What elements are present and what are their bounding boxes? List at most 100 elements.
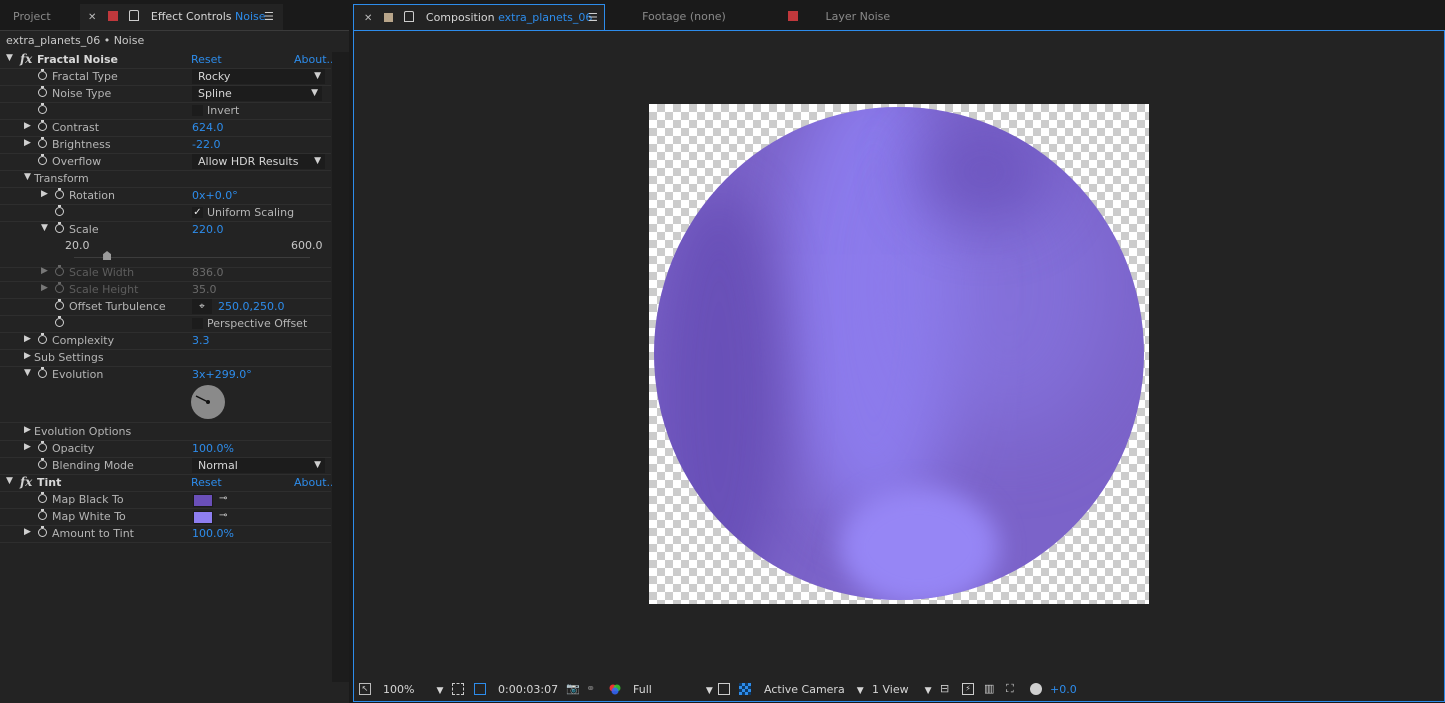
zoom-dropdown[interactable]: 100% ▼ [383, 683, 443, 696]
resolution-dropdown[interactable]: Full ▼ [633, 683, 713, 696]
reset-link[interactable]: Reset [191, 476, 222, 489]
evolution-dial[interactable] [191, 385, 227, 421]
uniform-scaling-checkbox[interactable]: ✓ [192, 207, 203, 218]
reset-link[interactable]: Reset [191, 53, 222, 66]
expand-triangle-icon[interactable]: ▶ [24, 138, 31, 148]
transparency-grid-icon[interactable] [739, 683, 751, 695]
fx-icon[interactable]: fx [20, 475, 32, 489]
camera-dropdown[interactable]: Active Camera ▼ [764, 683, 864, 696]
view-layout-dropdown[interactable]: 1 View ▼ [872, 683, 932, 696]
collapse-triangle-icon[interactable]: ▼ [6, 476, 13, 486]
lock-icon[interactable] [129, 10, 140, 21]
fractal-type-dropdown[interactable]: Rocky ▼ [192, 69, 325, 84]
panel-menu-icon[interactable]: ☰ [588, 5, 598, 31]
fx-icon[interactable]: fx [20, 52, 32, 66]
safe-margins-icon[interactable] [452, 683, 464, 695]
color-swatch[interactable] [193, 494, 213, 507]
stopwatch-icon[interactable] [38, 333, 47, 344]
perspective-offset-checkbox[interactable] [192, 318, 203, 329]
region-of-interest-icon[interactable] [718, 683, 730, 695]
brightness-value[interactable]: -22.0 [192, 138, 220, 151]
group-sub-settings[interactable]: ▶ Sub Settings [0, 350, 331, 367]
eyedropper-icon[interactable]: ⊸ [219, 510, 227, 521]
contrast-value[interactable]: 624.0 [192, 121, 224, 134]
always-preview-icon[interactable]: ↖ [359, 683, 371, 695]
show-snapshot-icon[interactable]: ⚭ [586, 682, 598, 695]
amount-to-tint-value[interactable]: 100.0% [192, 527, 234, 540]
stopwatch-icon[interactable] [38, 154, 47, 165]
eyedropper-icon[interactable]: ⊸ [219, 493, 227, 504]
expand-triangle-icon[interactable]: ▶ [24, 121, 31, 131]
timecode[interactable]: 0:00:03:07 [498, 683, 558, 696]
expand-triangle-icon[interactable]: ▶ [24, 351, 31, 361]
expand-triangle-icon[interactable]: ▶ [41, 189, 48, 199]
group-evolution-options[interactable]: ▶ Evolution Options [0, 424, 331, 441]
rotation-value[interactable]: 0x+0.0° [192, 189, 238, 202]
fast-previews-icon[interactable]: ⚡ [962, 683, 974, 695]
color-swatch[interactable] [193, 511, 213, 524]
blending-mode-dropdown[interactable]: Normal ▼ [192, 458, 325, 473]
stopwatch-icon[interactable] [38, 458, 47, 469]
lock-icon[interactable] [404, 11, 415, 22]
offset-turbulence-value[interactable]: 250.0,250.0 [218, 300, 284, 313]
close-icon[interactable]: ✕ [364, 13, 372, 24]
effect-tint-header[interactable]: ▼ fx Tint Reset About... [0, 475, 337, 492]
stopwatch-icon[interactable] [55, 222, 64, 233]
tab-project[interactable]: Project [0, 4, 78, 30]
stopwatch-icon[interactable] [38, 526, 47, 537]
expand-triangle-icon[interactable]: ▶ [24, 425, 31, 435]
stopwatch-icon[interactable] [38, 103, 47, 114]
param-rotation: ▶ Rotation 0x+0.0° [0, 188, 331, 205]
channels-icon[interactable] [608, 683, 621, 695]
scale-slider-thumb[interactable] [103, 251, 112, 260]
composition-viewer[interactable] [353, 30, 1445, 680]
flowchart-icon[interactable]: ⛶ [1006, 682, 1018, 695]
panel-menu-icon[interactable]: ☰ [264, 4, 274, 30]
scale-value[interactable]: 220.0 [192, 223, 224, 236]
evolution-value[interactable]: 3x+299.0° [192, 368, 252, 381]
stopwatch-icon[interactable] [55, 299, 64, 310]
overflow-dropdown[interactable]: Allow HDR Results ▼ [192, 154, 325, 169]
tab-footage[interactable]: Footage (none) [607, 4, 761, 30]
exposure-reset-icon[interactable] [1030, 683, 1042, 695]
stopwatch-icon[interactable] [38, 441, 47, 452]
expand-triangle-icon[interactable]: ▶ [24, 527, 31, 537]
snapshot-icon[interactable]: 📷 [566, 682, 580, 695]
collapse-triangle-icon[interactable]: ▼ [24, 172, 31, 182]
collapse-triangle-icon[interactable]: ▼ [6, 53, 13, 63]
group-transform[interactable]: ▼ Transform [0, 171, 331, 188]
expand-triangle-icon[interactable]: ▶ [24, 334, 31, 344]
invert-checkbox[interactable] [192, 105, 203, 116]
stopwatch-icon[interactable] [38, 86, 47, 97]
expand-triangle-icon[interactable]: ▶ [41, 266, 48, 276]
scrollbar[interactable] [332, 52, 349, 682]
stopwatch-icon[interactable] [55, 316, 64, 327]
effect-fractal-noise-header[interactable]: ▼ fx Fractal Noise Reset About... [0, 52, 337, 69]
expand-triangle-icon[interactable]: ▶ [24, 442, 31, 452]
noise-type-dropdown[interactable]: Spline ▼ [192, 86, 322, 101]
stopwatch-icon[interactable] [38, 69, 47, 80]
complexity-value[interactable]: 3.3 [192, 334, 210, 347]
stopwatch-icon[interactable] [38, 509, 47, 520]
close-icon[interactable]: ✕ [88, 12, 96, 23]
about-link[interactable]: About... [294, 53, 337, 66]
tab-layer[interactable]: Layer Noise [763, 4, 920, 30]
tab-effect-controls[interactable]: ✕ Effect Controls Noise ☰ [80, 4, 283, 30]
expand-triangle-icon[interactable]: ▶ [41, 283, 48, 293]
stopwatch-icon[interactable] [38, 492, 47, 503]
timeline-icon[interactable]: ▥ [984, 682, 996, 695]
stopwatch-icon[interactable] [55, 205, 64, 216]
tab-composition[interactable]: ✕ Composition extra_planets_06 ☰ [353, 4, 605, 30]
crosshair-icon[interactable]: ⌖ [192, 299, 212, 314]
mask-visibility-icon[interactable] [474, 683, 486, 695]
stopwatch-icon[interactable] [38, 367, 47, 378]
exposure-value[interactable]: +0.0 [1050, 683, 1077, 696]
opacity-value[interactable]: 100.0% [192, 442, 234, 455]
about-link[interactable]: About... [294, 476, 337, 489]
collapse-triangle-icon[interactable]: ▼ [24, 368, 31, 378]
toggle-pixel-aspect-icon[interactable]: ⊟ [940, 682, 952, 695]
stopwatch-icon[interactable] [38, 137, 47, 148]
stopwatch-icon[interactable] [38, 120, 47, 131]
collapse-triangle-icon[interactable]: ▼ [41, 223, 48, 233]
stopwatch-icon[interactable] [55, 188, 64, 199]
